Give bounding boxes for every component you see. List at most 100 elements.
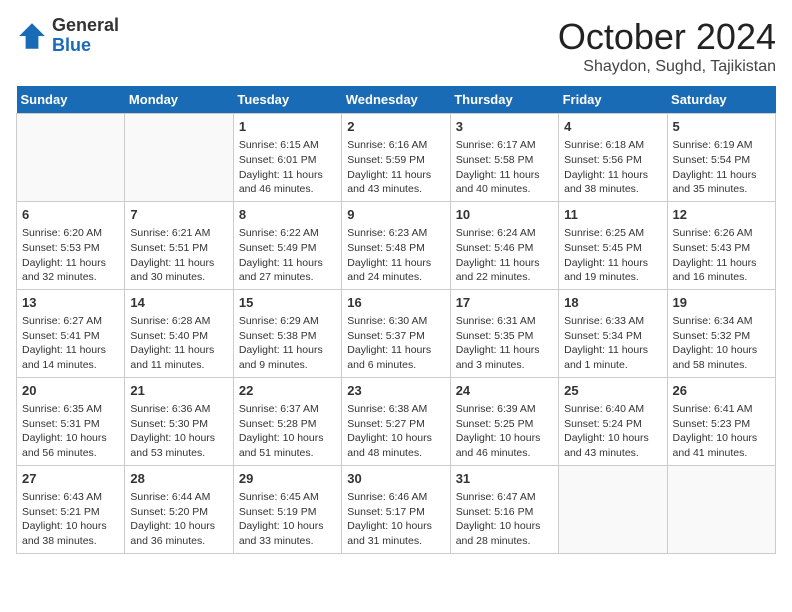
day-number: 14: [130, 294, 227, 312]
calendar-day-cell: 29 Sunrise: 6:45 AMSunset: 5:19 PMDayligh…: [233, 465, 341, 553]
calendar-day-cell: 5 Sunrise: 6:19 AMSunset: 5:54 PMDaylight…: [667, 114, 775, 202]
day-number: 7: [130, 206, 227, 224]
day-detail: Sunrise: 6:17 AMSunset: 5:58 PMDaylight:…: [456, 138, 553, 197]
day-number: 29: [239, 470, 336, 488]
calendar-day-cell: 16 Sunrise: 6:30 AMSunset: 5:37 PMDayligh…: [342, 289, 450, 377]
day-number: 17: [456, 294, 553, 312]
calendar-day-cell: 8 Sunrise: 6:22 AMSunset: 5:49 PMDaylight…: [233, 201, 341, 289]
day-number: 12: [673, 206, 770, 224]
day-of-week-header: Monday: [125, 86, 233, 114]
calendar-day-cell: 18 Sunrise: 6:33 AMSunset: 5:34 PMDayligh…: [559, 289, 667, 377]
day-detail: Sunrise: 6:19 AMSunset: 5:54 PMDaylight:…: [673, 138, 770, 197]
calendar-day-cell: 3 Sunrise: 6:17 AMSunset: 5:58 PMDaylight…: [450, 114, 558, 202]
day-detail: Sunrise: 6:39 AMSunset: 5:25 PMDaylight:…: [456, 402, 553, 461]
day-detail: Sunrise: 6:45 AMSunset: 5:19 PMDaylight:…: [239, 490, 336, 549]
day-number: 10: [456, 206, 553, 224]
calendar-day-cell: 25Sunrise: 6:40 AMSunset: 5:24 PMDayligh…: [559, 377, 667, 465]
day-number: 23: [347, 382, 444, 400]
calendar-week-row: 6 Sunrise: 6:20 AMSunset: 5:53 PMDaylight…: [17, 201, 776, 289]
day-number: 26: [673, 382, 770, 400]
calendar-day-cell: 28 Sunrise: 6:44 AMSunset: 5:20 PMDayligh…: [125, 465, 233, 553]
calendar-day-cell: [17, 114, 125, 202]
day-number: 27: [22, 470, 119, 488]
day-number: 8: [239, 206, 336, 224]
calendar-day-cell: 1 Sunrise: 6:15 AMSunset: 6:01 PMDaylight…: [233, 114, 341, 202]
day-detail: Sunrise: 6:16 AMSunset: 5:59 PMDaylight:…: [347, 138, 444, 197]
day-detail: Sunrise: 6:31 AMSunset: 5:35 PMDaylight:…: [456, 314, 553, 373]
day-detail: Sunrise: 6:36 AMSunset: 5:30 PMDaylight:…: [130, 402, 227, 461]
day-number: 20: [22, 382, 119, 400]
calendar-day-cell: 23 Sunrise: 6:38 AMSunset: 5:27 PMDayligh…: [342, 377, 450, 465]
day-number: 6: [22, 206, 119, 224]
day-detail: Sunrise: 6:22 AMSunset: 5:49 PMDaylight:…: [239, 226, 336, 285]
day-detail: Sunrise: 6:23 AMSunset: 5:48 PMDaylight:…: [347, 226, 444, 285]
day-detail: Sunrise: 6:20 AMSunset: 5:53 PMDaylight:…: [22, 226, 119, 285]
day-number: 16: [347, 294, 444, 312]
day-number: 5: [673, 118, 770, 136]
day-detail: Sunrise: 6:25 AMSunset: 5:45 PMDaylight:…: [564, 226, 661, 285]
day-detail: Sunrise: 6:37 AMSunset: 5:28 PMDaylight:…: [239, 402, 336, 461]
calendar-day-cell: 27 Sunrise: 6:43 AMSunset: 5:21 PMDayligh…: [17, 465, 125, 553]
day-number: 13: [22, 294, 119, 312]
calendar-day-cell: 17 Sunrise: 6:31 AMSunset: 5:35 PMDayligh…: [450, 289, 558, 377]
page-header: General Blue October 2024 Shaydon, Sughd…: [16, 16, 776, 76]
calendar-header-row: SundayMondayTuesdayWednesdayThursdayFrid…: [17, 86, 776, 114]
calendar-day-cell: 9 Sunrise: 6:23 AMSunset: 5:48 PMDaylight…: [342, 201, 450, 289]
day-number: 28: [130, 470, 227, 488]
day-number: 3: [456, 118, 553, 136]
calendar-week-row: 20 Sunrise: 6:35 AMSunset: 5:31 PMDayligh…: [17, 377, 776, 465]
day-detail: Sunrise: 6:21 AMSunset: 5:51 PMDaylight:…: [130, 226, 227, 285]
calendar-day-cell: 24 Sunrise: 6:39 AMSunset: 5:25 PMDayligh…: [450, 377, 558, 465]
calendar-day-cell: 22 Sunrise: 6:37 AMSunset: 5:28 PMDayligh…: [233, 377, 341, 465]
calendar-day-cell: 7 Sunrise: 6:21 AMSunset: 5:51 PMDaylight…: [125, 201, 233, 289]
calendar-day-cell: 4 Sunrise: 6:18 AMSunset: 5:56 PMDaylight…: [559, 114, 667, 202]
day-detail: Sunrise: 6:24 AMSunset: 5:46 PMDaylight:…: [456, 226, 553, 285]
month-title: October 2024: [558, 16, 776, 58]
day-of-week-header: Saturday: [667, 86, 775, 114]
day-detail: Sunrise: 6:33 AMSunset: 5:34 PMDaylight:…: [564, 314, 661, 373]
day-detail: Sunrise: 6:34 AMSunset: 5:32 PMDaylight:…: [673, 314, 770, 373]
day-number: 30: [347, 470, 444, 488]
day-number: 2: [347, 118, 444, 136]
day-detail: Sunrise: 6:30 AMSunset: 5:37 PMDaylight:…: [347, 314, 444, 373]
calendar-day-cell: [559, 465, 667, 553]
logo-icon: [16, 20, 48, 52]
day-number: 18: [564, 294, 661, 312]
calendar-table: SundayMondayTuesdayWednesdayThursdayFrid…: [16, 86, 776, 554]
day-number: 19: [673, 294, 770, 312]
calendar-day-cell: 13 Sunrise: 6:27 AMSunset: 5:41 PMDayligh…: [17, 289, 125, 377]
day-number: 31: [456, 470, 553, 488]
day-detail: Sunrise: 6:15 AMSunset: 6:01 PMDaylight:…: [239, 138, 336, 197]
calendar-day-cell: 2 Sunrise: 6:16 AMSunset: 5:59 PMDaylight…: [342, 114, 450, 202]
day-of-week-header: Friday: [559, 86, 667, 114]
day-detail: Sunrise: 6:18 AMSunset: 5:56 PMDaylight:…: [564, 138, 661, 197]
day-detail: Sunrise: 6:26 AMSunset: 5:43 PMDaylight:…: [673, 226, 770, 285]
title-block: October 2024 Shaydon, Sughd, Tajikistan: [558, 16, 776, 76]
calendar-day-cell: 20 Sunrise: 6:35 AMSunset: 5:31 PMDayligh…: [17, 377, 125, 465]
day-detail: Sunrise: 6:28 AMSunset: 5:40 PMDaylight:…: [130, 314, 227, 373]
day-number: 1: [239, 118, 336, 136]
calendar-day-cell: 31 Sunrise: 6:47 AMSunset: 5:16 PMDayligh…: [450, 465, 558, 553]
day-detail: Sunrise: 6:47 AMSunset: 5:16 PMDaylight:…: [456, 490, 553, 549]
day-number: 9: [347, 206, 444, 224]
day-number: 4: [564, 118, 661, 136]
day-number: 22: [239, 382, 336, 400]
day-detail: Sunrise: 6:38 AMSunset: 5:27 PMDaylight:…: [347, 402, 444, 461]
calendar-day-cell: 10 Sunrise: 6:24 AMSunset: 5:46 PMDayligh…: [450, 201, 558, 289]
day-number: 25: [564, 382, 661, 400]
calendar-day-cell: [667, 465, 775, 553]
calendar-day-cell: [125, 114, 233, 202]
calendar-week-row: 13 Sunrise: 6:27 AMSunset: 5:41 PMDayligh…: [17, 289, 776, 377]
day-number: 21: [130, 382, 227, 400]
day-of-week-header: Thursday: [450, 86, 558, 114]
day-detail: Sunrise: 6:44 AMSunset: 5:20 PMDaylight:…: [130, 490, 227, 549]
day-detail: Sunrise: 6:27 AMSunset: 5:41 PMDaylight:…: [22, 314, 119, 373]
day-detail: Sunrise: 6:46 AMSunset: 5:17 PMDaylight:…: [347, 490, 444, 549]
logo-text: General Blue: [52, 16, 119, 56]
day-detail: Sunrise: 6:41 AMSunset: 5:23 PMDaylight:…: [673, 402, 770, 461]
day-detail: Sunrise: 6:35 AMSunset: 5:31 PMDaylight:…: [22, 402, 119, 461]
day-number: 24: [456, 382, 553, 400]
day-of-week-header: Tuesday: [233, 86, 341, 114]
day-detail: Sunrise: 6:43 AMSunset: 5:21 PMDaylight:…: [22, 490, 119, 549]
calendar-day-cell: 30 Sunrise: 6:46 AMSunset: 5:17 PMDayligh…: [342, 465, 450, 553]
